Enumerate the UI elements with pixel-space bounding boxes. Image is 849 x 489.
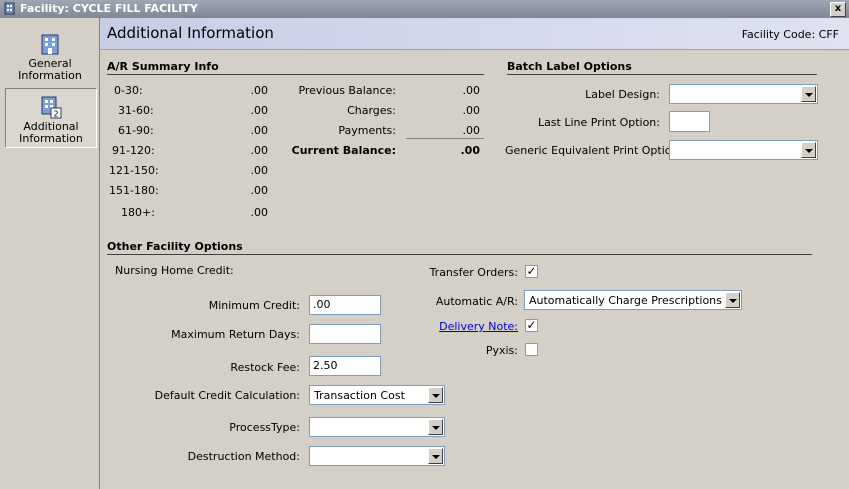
default-credit-label: Default Credit Calculation: [154, 389, 300, 402]
aging-label: 180+: [121, 206, 155, 219]
aging-label: 61-90: [118, 124, 154, 137]
default-credit-value: Transaction Cost [314, 389, 405, 402]
aging-value: .00 [250, 206, 269, 219]
delivery-note-link[interactable]: Delivery Note: [400, 320, 518, 333]
aging-value: .00 [250, 124, 269, 137]
previous-balance-label: Previous Balance: [298, 84, 396, 97]
transfer-orders-checkbox[interactable]: ✓ [525, 265, 538, 278]
payments-value: .00 [462, 124, 481, 137]
transfer-orders-label: Transfer Orders: [429, 266, 518, 279]
window-titlebar: Facility: CYCLE FILL FACILITY x [0, 0, 849, 18]
aging-label: 151-180: [109, 184, 159, 197]
aging-value: .00 [250, 144, 269, 157]
sidebar-item-label: Information [19, 132, 83, 145]
total-divider [406, 138, 484, 139]
pyxis-checkbox[interactable] [525, 343, 538, 356]
delivery-note-checkbox[interactable]: ✓ [525, 319, 538, 332]
building-icon [41, 34, 59, 55]
dropdown-arrow-icon[interactable] [428, 419, 443, 435]
destruction-method-label: Destruction Method: [187, 450, 300, 463]
payments-label: Payments: [338, 124, 396, 137]
page-title: Additional Information [107, 24, 274, 42]
other-options-heading: Other Facility Options [107, 240, 812, 255]
restock-fee-label: Restock Fee: [230, 361, 300, 374]
sidebar: General Information 2 Additional Informa… [0, 18, 100, 489]
current-balance-value: .00 [460, 144, 481, 157]
dropdown-arrow-icon[interactable] [428, 448, 443, 464]
generic-equivalent-label: Generic Equivalent Print Option: [505, 144, 683, 157]
minimum-credit-label: Minimum Credit: [208, 299, 300, 312]
batch-label-heading: Batch Label Options [507, 60, 817, 75]
aging-value: .00 [250, 184, 269, 197]
page-header: Additional Information Facility Code: CF… [100, 18, 849, 50]
aging-label: 91-120: [112, 144, 155, 157]
ar-summary-heading: A/R Summary Info [107, 60, 484, 75]
sidebar-item-label: Information [18, 69, 82, 82]
nursing-home-credit-label: Nursing Home Credit: [115, 264, 234, 277]
dropdown-arrow-icon[interactable] [801, 142, 816, 158]
pyxis-label: Pyxis: [485, 344, 518, 357]
minimum-credit-input[interactable]: .00 [309, 295, 381, 315]
facility-code-value: CFF [818, 28, 839, 41]
restock-fee-input[interactable]: 2.50 [309, 356, 381, 376]
close-icon[interactable]: x [830, 2, 846, 17]
charges-label: Charges: [347, 104, 396, 117]
check-icon: ✓ [526, 318, 537, 332]
last-line-print-input[interactable] [669, 111, 710, 132]
building-icon-2: 2 [41, 96, 62, 119]
aging-label: 0-30: [114, 84, 143, 97]
automatic-ar-value: Automatically Charge Prescriptions [529, 294, 722, 307]
max-return-days-input[interactable] [309, 324, 381, 344]
svg-text:2: 2 [53, 110, 58, 119]
aging-value: .00 [250, 84, 269, 97]
automatic-ar-select[interactable]: Automatically Charge Prescriptions [524, 290, 742, 310]
building-icon [4, 2, 15, 15]
aging-value: .00 [250, 164, 269, 177]
facility-code-label: Facility Code: [741, 28, 816, 41]
generic-equivalent-select[interactable] [669, 140, 818, 160]
previous-balance-value: .00 [462, 84, 481, 97]
sidebar-item-additional-information[interactable]: 2 Additional Information [5, 88, 97, 148]
check-icon: ✓ [526, 264, 537, 278]
sidebar-item-general-information[interactable]: General Information [5, 26, 95, 84]
process-type-label: ProcessType: [229, 421, 300, 434]
label-design-label: Label Design: [585, 88, 660, 101]
dropdown-arrow-icon[interactable] [725, 292, 740, 308]
dropdown-arrow-icon[interactable] [428, 387, 443, 403]
default-credit-select[interactable]: Transaction Cost [309, 385, 445, 405]
label-design-select[interactable] [669, 84, 818, 104]
aging-value: .00 [250, 104, 269, 117]
destruction-method-select[interactable] [309, 446, 445, 466]
process-type-select[interactable] [309, 417, 445, 437]
charges-value: .00 [462, 104, 481, 117]
window-title: Facility: CYCLE FILL FACILITY [20, 2, 198, 15]
current-balance-label: Current Balance: [291, 144, 396, 157]
max-return-days-label: Maximum Return Days: [171, 328, 300, 341]
dropdown-arrow-icon[interactable] [801, 86, 816, 102]
aging-label: 121-150: [109, 164, 159, 177]
automatic-ar-label: Automatic A/R: [435, 295, 518, 308]
facility-code: Facility Code: CFF [742, 28, 839, 41]
aging-label: 31-60: [118, 104, 154, 117]
last-line-print-label: Last Line Print Option: [537, 116, 660, 129]
